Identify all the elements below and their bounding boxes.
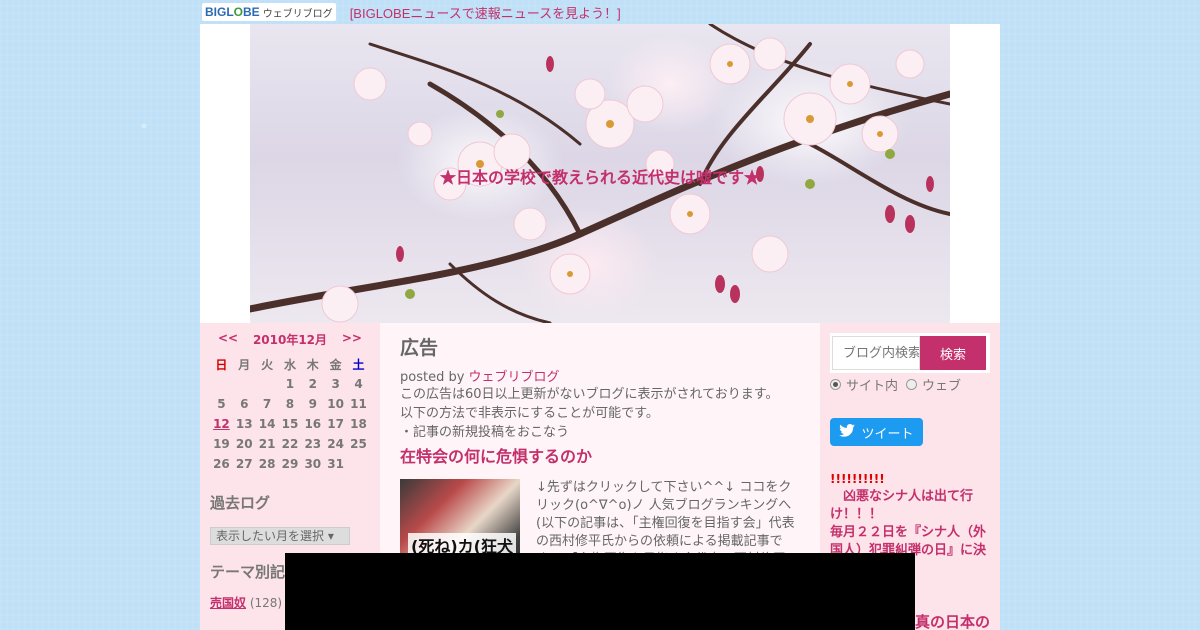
calendar-day: 16 bbox=[304, 417, 322, 431]
radio-web[interactable] bbox=[906, 379, 918, 390]
calendar-week-row: 12 13 14 15 16 17 18 bbox=[210, 414, 370, 434]
calendar-day: 19 bbox=[213, 437, 230, 451]
article-title[interactable]: 在特会の何に危惧するのか bbox=[400, 443, 800, 467]
posted-by: posted by ウェブリブログ bbox=[400, 366, 800, 385]
blog-header: ★日本の学校で教えられる近代史は嘘です★ bbox=[200, 24, 1000, 323]
archive-month-select[interactable]: 表示したい月を選択 ▾ bbox=[210, 527, 350, 545]
calendar-week-row: 1 2 3 4 bbox=[210, 374, 370, 394]
calendar-day: 26 bbox=[213, 457, 230, 471]
calendar-day: 5 bbox=[217, 397, 226, 411]
black-overlay-panel bbox=[285, 553, 915, 630]
calendar-table: 日 月 火 水 木 金 土 1 2 3 4 5 6 7 8 9 10 11 12 bbox=[210, 354, 370, 474]
calendar-day: 30 bbox=[304, 457, 322, 471]
radio-site[interactable] bbox=[830, 379, 841, 390]
calendar-day: 18 bbox=[350, 417, 367, 431]
ad-notice-line: この広告は60日以上更新がないブログに表示がされております。 bbox=[400, 387, 779, 402]
tweet-button[interactable]: ツイート bbox=[830, 418, 923, 446]
calendar-day bbox=[347, 454, 370, 474]
weekday-cell: 金 bbox=[329, 357, 342, 372]
calendar-day bbox=[256, 374, 279, 394]
top-bar: BIGLOBE ウェブリブログ [BIGLOBEニュースで速報ニュースを見よう！… bbox=[200, 0, 1000, 24]
calendar-day: 25 bbox=[350, 437, 367, 451]
logo-webryblog-text: ウェブリブログ bbox=[262, 8, 333, 20]
cherry-blossom-banner[interactable]: ★日本の学校で教えられる近代史は嘘です★ bbox=[250, 24, 950, 323]
calendar-day: 6 bbox=[240, 397, 249, 411]
calendar-day: 13 bbox=[235, 417, 253, 431]
blog-search: 検索 bbox=[830, 333, 990, 373]
calendar-day bbox=[210, 374, 233, 394]
calendar-day: 29 bbox=[281, 457, 299, 471]
calendar-day: 4 bbox=[354, 377, 363, 391]
weekday-cell: 月 bbox=[238, 357, 251, 372]
calendar-day: 21 bbox=[258, 437, 276, 451]
sidebar-news: !!!!!!!!!! 凶悪なシナ人は出て行け！！！ 毎月２２日を『シナ人（外国人… bbox=[830, 470, 990, 560]
calendar-day-linked[interactable]: 12 bbox=[210, 414, 233, 434]
logo-biglobe-text: BIGLOBE bbox=[205, 5, 260, 19]
calendar-day bbox=[233, 374, 256, 394]
radio-site-label: サイト内 bbox=[846, 379, 899, 394]
calendar-header: << 2010年12月 >> bbox=[210, 331, 370, 348]
biglobe-logo[interactable]: BIGLOBE ウェブリブログ bbox=[202, 3, 336, 21]
search-input[interactable] bbox=[832, 336, 920, 370]
calendar-day: 31 bbox=[327, 457, 344, 471]
theme-item-link[interactable]: 売国奴 bbox=[210, 596, 246, 610]
news-line[interactable]: 凶悪なシナ人は出て行け！！！ bbox=[830, 488, 990, 524]
archive-heading: 過去ログ bbox=[210, 494, 271, 512]
calendar-day: 2 bbox=[308, 377, 317, 391]
calendar-day: 20 bbox=[235, 437, 253, 451]
calendar-day: 22 bbox=[281, 437, 299, 451]
calendar-day: 3 bbox=[331, 377, 340, 391]
calendar-week-row: 5 6 7 8 9 10 11 bbox=[210, 394, 370, 414]
calendar-day: 15 bbox=[281, 417, 299, 431]
calendar-weekday-row: 日 月 火 水 木 金 土 bbox=[210, 354, 370, 374]
weekday-cell: 木 bbox=[306, 357, 319, 372]
calendar-next-link[interactable]: >> bbox=[342, 331, 362, 348]
calendar-day: 10 bbox=[327, 397, 344, 411]
calendar-day: 14 bbox=[258, 417, 276, 431]
ad-title: 広告 bbox=[400, 337, 439, 359]
calendar-week-row: 19 20 21 22 23 24 25 bbox=[210, 434, 370, 454]
radio-web-label: ウェブ bbox=[922, 379, 962, 394]
calendar-day: 11 bbox=[350, 397, 367, 411]
calendar-day: 8 bbox=[285, 397, 295, 411]
calendar-week-row: 26 27 28 29 30 31 bbox=[210, 454, 370, 474]
calendar-day: 7 bbox=[262, 397, 272, 411]
weekday-cell: 日 bbox=[215, 357, 228, 372]
tweet-label: ツイート bbox=[861, 426, 914, 442]
calendar-day: 24 bbox=[327, 437, 344, 451]
calendar-day: 1 bbox=[285, 377, 295, 391]
calendar-day: 23 bbox=[304, 437, 322, 451]
posted-author-link[interactable]: ウェブリブログ bbox=[469, 370, 560, 385]
calendar-prev-link[interactable]: << bbox=[218, 331, 238, 348]
search-button[interactable]: 検索 bbox=[920, 336, 986, 370]
calendar-day: 28 bbox=[258, 457, 276, 471]
weekday-cell: 土 bbox=[352, 357, 365, 372]
news-exclaim: !!!!!!!!!! bbox=[830, 472, 885, 486]
calendar-month-link[interactable]: 2010年12月 bbox=[253, 331, 327, 348]
theme-item-count: (128) bbox=[249, 596, 283, 610]
ad-notice-line: ・記事の新規投稿をおこなう bbox=[400, 425, 570, 440]
search-scope: サイト内 ウェブ bbox=[830, 375, 990, 394]
twitter-bird-icon bbox=[839, 423, 856, 441]
posted-by-label: posted by bbox=[400, 370, 465, 385]
blog-title[interactable]: ★日本の学校で教えられる近代史は嘘です★ bbox=[250, 164, 950, 188]
biglobe-news-link[interactable]: [BIGLOBEニュースで速報ニュースを見よう！] bbox=[350, 3, 621, 22]
calendar-day: 17 bbox=[327, 417, 344, 431]
ad-notice-line: 以下の方法で非表示にすることが可能です。 bbox=[400, 406, 659, 421]
calendar-day: 9 bbox=[308, 397, 317, 411]
weekday-cell: 火 bbox=[261, 357, 274, 372]
weekday-cell: 水 bbox=[283, 357, 296, 372]
calendar-day: 27 bbox=[235, 457, 253, 471]
